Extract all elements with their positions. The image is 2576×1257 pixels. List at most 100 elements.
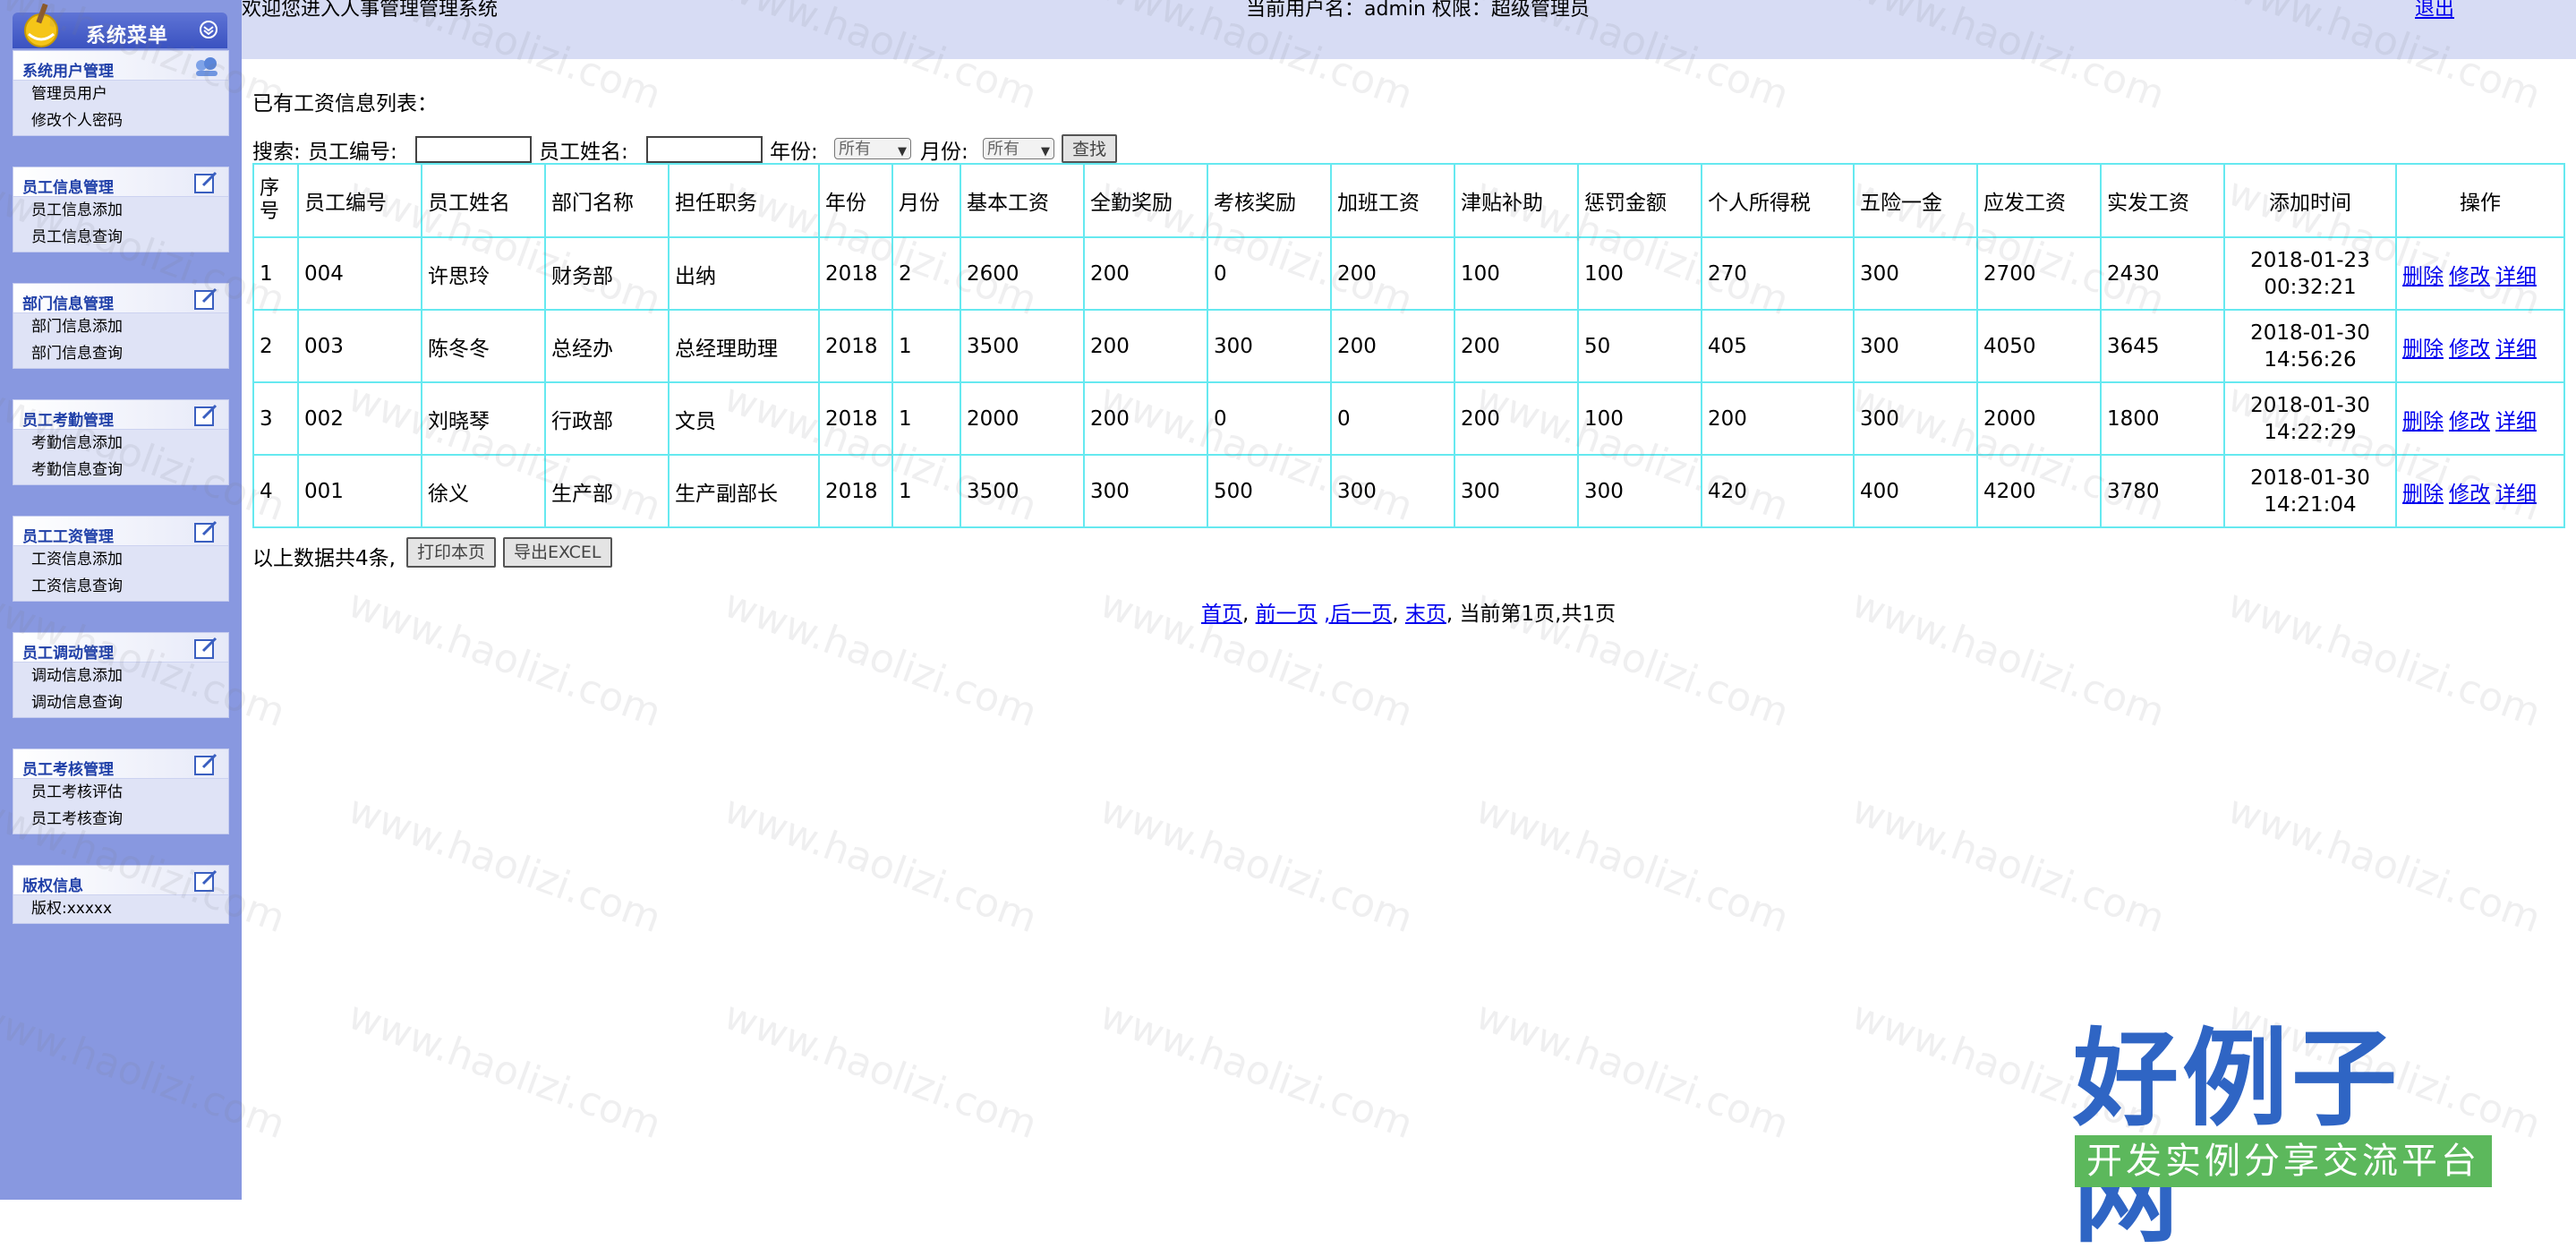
sidebar-item-transfer-add[interactable]: 调动信息添加 — [13, 663, 228, 689]
sidebar-item-transfer-query[interactable]: 调动信息查询 — [13, 689, 228, 716]
sidebar-item-employee-add[interactable]: 员工信息添加 — [13, 197, 228, 224]
cell-income-tax: 200 — [1701, 381, 1855, 456]
sidebar-item-admin-users[interactable]: 管理员用户 — [13, 81, 228, 107]
year-select-value: 所有 — [839, 140, 871, 158]
prev-page-link[interactable]: 前一页 — [1256, 603, 1318, 626]
cell-emp-name: 许思玲 — [421, 236, 546, 311]
table-row: 3 002 刘晓琴 行政部 文员 2018 1 2000 200 0 0 200 100 200 300 20… — [252, 381, 2565, 456]
detail-link[interactable]: 详细 — [2495, 265, 2537, 288]
cell-added-time: 2018-01-30 14:21:04 — [2223, 454, 2397, 528]
delete-link[interactable]: 删除 — [2402, 338, 2444, 361]
detail-link[interactable]: 详细 — [2495, 483, 2537, 506]
sidebar-item-attendance-add[interactable]: 考勤信息添加 — [13, 430, 228, 457]
search-button[interactable]: 查找 — [1062, 134, 1118, 163]
panel-header[interactable]: 部门信息管理 — [13, 284, 228, 313]
delete-link[interactable]: 删除 — [2402, 265, 2444, 288]
page-title: 已有工资信息列表： — [252, 92, 438, 115]
watermark-text: www.haolizi.com — [2222, 580, 2547, 737]
detail-link[interactable]: 详细 — [2495, 338, 2537, 361]
edit-icon — [194, 637, 218, 659]
delete-link[interactable]: 删除 — [2402, 410, 2444, 433]
next-page-link[interactable]: ,后一页 — [1324, 603, 1392, 626]
panel-header[interactable]: 系统用户管理 — [13, 51, 228, 81]
sidebar-item-salary-add[interactable]: 工资信息添加 — [13, 546, 228, 573]
sidebar-item-department-add[interactable]: 部门信息添加 — [13, 313, 228, 340]
month-label: 月份: — [920, 141, 968, 164]
col-header-year: 年份 — [818, 163, 893, 238]
panel-header[interactable]: 员工工资管理 — [13, 517, 228, 546]
cell-base-salary: 2000 — [960, 381, 1085, 456]
edit-link[interactable]: 修改 — [2449, 483, 2490, 506]
panel-header[interactable]: 员工考勤管理 — [13, 400, 228, 430]
cell-emp-name: 刘晓琴 — [421, 381, 546, 456]
sidebar-item-attendance-query[interactable]: 考勤信息查询 — [13, 457, 228, 483]
cell-assessment-bonus: 0 — [1207, 236, 1332, 311]
col-header-attendance-bonus: 全勤奖励 — [1083, 163, 1208, 238]
sidebar-item-salary-query[interactable]: 工资信息查询 — [13, 573, 228, 600]
cell-income-tax: 405 — [1701, 309, 1855, 383]
delete-link[interactable]: 删除 — [2402, 483, 2444, 506]
cell-overtime-pay: 200 — [1330, 309, 1455, 383]
col-header-gross-pay: 应发工资 — [1976, 163, 2102, 238]
last-page-link[interactable]: 末页 — [1405, 603, 1446, 626]
cell-emp-no: 002 — [297, 381, 422, 456]
col-header-net-pay: 实发工资 — [2100, 163, 2225, 238]
logout-link[interactable]: 退出 — [2415, 0, 2454, 20]
panel-attendance: 员工考勤管理 考勤信息添加 考勤信息查询 — [13, 399, 229, 485]
col-header-emp-no: 员工编号 — [297, 163, 422, 238]
panel-assessment: 员工考核管理 员工考核评估 员工考核查询 — [13, 748, 229, 834]
watermark-text: www.haolizi.com — [2222, 786, 2547, 943]
cell-month: 1 — [891, 454, 961, 528]
cell-attendance-bonus: 200 — [1083, 381, 1208, 456]
cell-overtime-pay: 0 — [1330, 381, 1455, 456]
menu-header[interactable]: 系统菜单 — [13, 4, 227, 48]
cell-year: 2018 — [818, 309, 893, 383]
cell-index: 4 — [252, 454, 299, 528]
cell-emp-no: 003 — [297, 309, 422, 383]
edit-link[interactable]: 修改 — [2449, 338, 2490, 361]
month-select-value: 所有 — [987, 140, 1019, 158]
pagination: 首页, 前一页 ,后一页, 末页, 当前第1页,共1页 — [1201, 596, 1616, 627]
collapse-icon[interactable] — [199, 20, 218, 39]
cell-gross-pay: 4050 — [1976, 309, 2102, 383]
sidebar-item-department-query[interactable]: 部门信息查询 — [13, 340, 228, 367]
cell-net-pay: 2430 — [2100, 236, 2225, 311]
panel-header[interactable]: 员工调动管理 — [13, 633, 228, 663]
cell-year: 2018 — [818, 381, 893, 456]
chevron-down-icon: ▼ — [898, 145, 907, 158]
cell-penalty: 100 — [1577, 236, 1702, 311]
year-select[interactable]: 所有 ▼ — [834, 138, 911, 159]
cell-insurance: 300 — [1853, 381, 1978, 456]
sidebar-item-assessment-query[interactable]: 员工考核查询 — [13, 806, 228, 833]
export-excel-button[interactable]: 导出EXCEL — [503, 537, 612, 568]
detail-link[interactable]: 详细 — [2495, 410, 2537, 433]
first-page-link[interactable]: 首页 — [1201, 603, 1242, 626]
cell-net-pay: 1800 — [2100, 381, 2225, 456]
print-button[interactable]: 打印本页 — [406, 537, 497, 568]
added-time: 14:21:04 — [2264, 492, 2357, 517]
watermark-text: www.haolizi.com — [342, 786, 668, 943]
table-row: 4 001 徐义 生产部 生产副部长 2018 1 3500 300 500 300 300 300 42… — [252, 454, 2565, 528]
panel-header[interactable]: 员工信息管理 — [13, 167, 228, 197]
cell-allowance: 200 — [1454, 381, 1579, 456]
watermark-text: www.haolizi.com — [342, 992, 668, 1149]
sidebar-item-employee-query[interactable]: 员工信息查询 — [13, 224, 228, 251]
watermark-text: www.haolizi.com — [1846, 580, 2171, 737]
cell-gross-pay: 2000 — [1976, 381, 2102, 456]
emp-no-input[interactable] — [415, 136, 532, 163]
panel-header[interactable]: 版权信息 — [13, 866, 228, 895]
edit-link[interactable]: 修改 — [2449, 410, 2490, 433]
sidebar-item-change-password[interactable]: 修改个人密码 — [13, 107, 228, 134]
cell-department: 财务部 — [544, 236, 670, 311]
col-header-base-salary: 基本工资 — [960, 163, 1085, 238]
sidebar-item-copyright: 版权:xxxxx — [31, 900, 113, 918]
edit-link[interactable]: 修改 — [2449, 265, 2490, 288]
cell-assessment-bonus: 0 — [1207, 381, 1332, 456]
sidebar-item-assessment-evaluate[interactable]: 员工考核评估 — [13, 779, 228, 806]
panel-title: 部门信息管理 — [22, 295, 114, 313]
added-date: 2018-01-30 — [2250, 466, 2370, 490]
month-select[interactable]: 所有 ▼ — [983, 138, 1054, 159]
emp-name-input[interactable] — [646, 136, 763, 163]
panel-header[interactable]: 员工考核管理 — [13, 749, 228, 779]
cell-operations: 删除 修改 详细 — [2395, 309, 2565, 383]
